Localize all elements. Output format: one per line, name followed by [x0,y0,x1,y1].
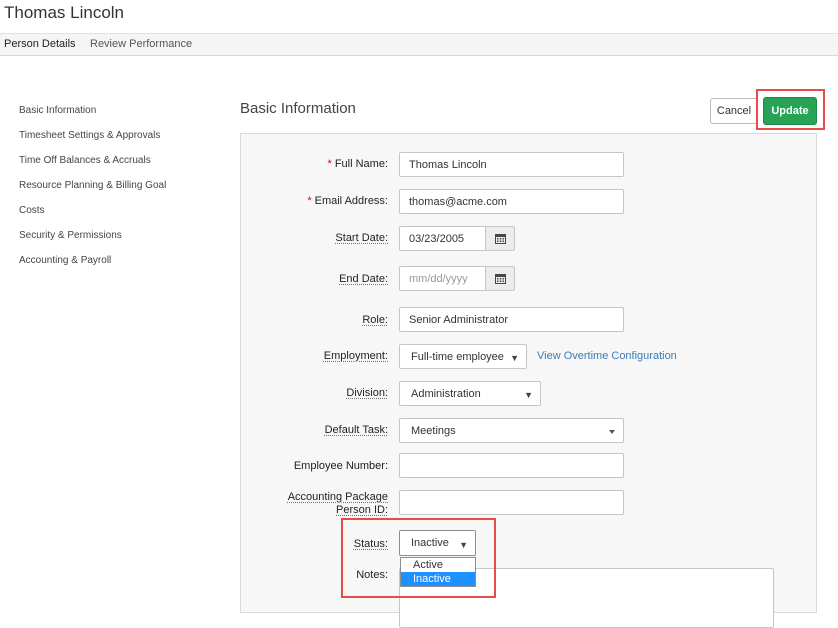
status-dropdown-list: Active Inactive [400,557,476,587]
full-name-label: * Full Name: [327,158,388,170]
calendar-icon[interactable] [485,266,515,291]
full-name-input[interactable]: Thomas Lincoln [399,152,624,177]
caret-down-icon: ▼ [510,353,519,363]
required-marker: * [327,158,332,170]
role-input[interactable]: Senior Administrator [399,307,624,332]
employment-label: Employment: [323,350,388,362]
accounting-person-id-input[interactable] [399,490,624,515]
calendar-icon[interactable] [485,226,515,251]
sidebar-item-security-permissions[interactable]: Security & Permissions [19,230,122,241]
view-overtime-configuration-link[interactable]: View Overtime Configuration [537,350,677,362]
status-label: Status: [353,538,388,550]
start-date-label: Start Date: [335,232,388,244]
default-task-value: Meetings [411,424,456,437]
status-select[interactable]: Inactive ▼ [399,530,476,556]
sidebar-item-accounting-payroll[interactable]: Accounting & Payroll [19,255,111,266]
status-value: Inactive [411,537,449,549]
default-task-label: Default Task: [324,424,388,436]
end-date-label: End Date: [339,273,388,285]
tab-review-performance[interactable]: Review Performance [90,38,192,50]
section-title: Basic Information [240,100,356,117]
tab-person-details[interactable]: Person Details [4,38,76,50]
sidebar-item-timesheet-settings[interactable]: Timesheet Settings & Approvals [19,130,160,141]
caret-down-icon [609,430,615,434]
status-option-inactive[interactable]: Inactive [401,572,475,586]
email-input[interactable]: thomas@acme.com [399,189,624,214]
role-label: Role: [362,314,388,326]
sidebar-item-basic-information[interactable]: Basic Information [19,105,96,116]
update-button[interactable]: Update [763,97,817,125]
required-marker: * [307,195,312,207]
sidebar-item-costs[interactable]: Costs [19,205,45,216]
sidebar-item-resource-planning[interactable]: Resource Planning & Billing Goal [19,180,166,191]
end-date-input[interactable]: mm/dd/yyyy [399,266,486,291]
email-label: * Email Address: [307,195,388,207]
tab-bar: Person Details Review Performance [0,33,838,56]
start-date-input[interactable]: 03/23/2005 [399,226,486,251]
division-value: Administration [411,387,481,400]
employee-number-label: Employee Number: [293,460,388,472]
caret-down-icon: ▼ [459,540,468,550]
division-label: Division: [346,387,388,399]
division-select[interactable]: Administration ▼ [399,381,541,406]
employment-select[interactable]: Full-time employee ▼ [399,344,527,369]
status-option-active[interactable]: Active [401,558,475,572]
notes-label: Notes: [356,569,388,581]
employment-value: Full-time employee [411,350,504,363]
sidebar-item-time-off-balances[interactable]: Time Off Balances & Accruals [19,155,151,166]
cancel-button[interactable]: Cancel [710,98,758,124]
accounting-person-id-label: Accounting Package Person ID: [287,491,388,516]
caret-down-icon: ▼ [524,390,533,400]
page-title: Thomas Lincoln [4,3,125,22]
default-task-select[interactable]: Meetings [399,418,624,443]
employee-number-input[interactable] [399,453,624,478]
